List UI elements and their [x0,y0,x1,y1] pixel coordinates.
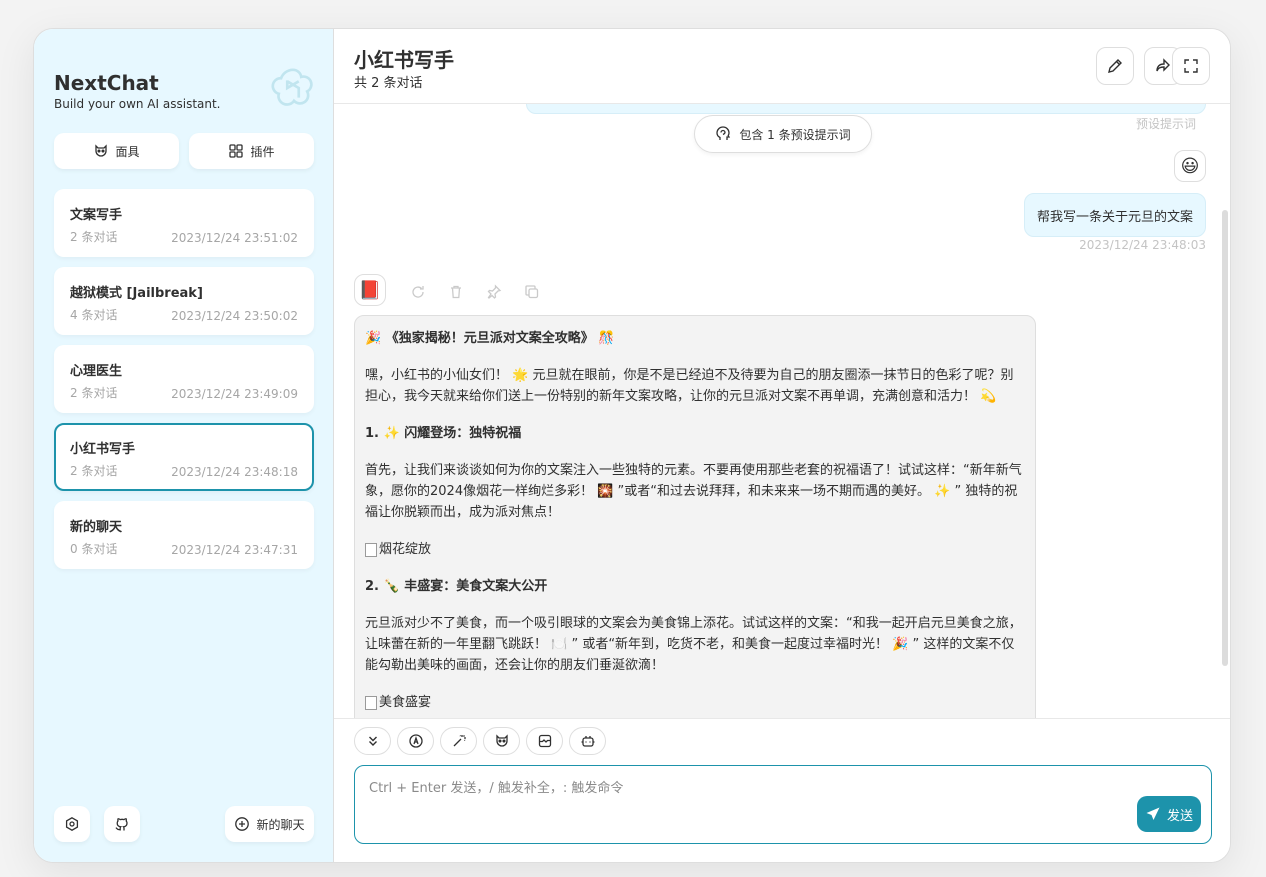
openai-logo-icon [271,68,313,106]
chat-item-count: 0 条对话 [70,542,118,556]
chat-item-title: 新的聊天 [70,520,123,535]
chat-item-date: 2023/12/24 23:49:09 [171,387,298,401]
bot-section-title: 2. 🍾 丰盛宴：美食文案大公开 [365,579,548,594]
user-message-time: 2023/12/24 23:48:03 [1079,238,1206,252]
chat-input[interactable] [355,766,1211,843]
message-scrollbar[interactable] [1220,104,1230,718]
mask-icon [495,734,508,747]
robot-icon [581,736,594,747]
broken-image: 烟花绽放 [365,539,1025,560]
scrollbar-thumb[interactable] [1222,210,1228,666]
bot-heading: 🎉 《独家揭秘！元旦派对文案全攻略》 🎊 [365,331,615,346]
chat-header: 小红书写手 共 2 条对话 [334,29,1230,104]
clear-context-button[interactable] [526,727,563,755]
chat-item[interactable]: 文案写手 2 条对话 2023/12/24 23:51:02 [54,189,314,257]
user-avatar[interactable]: 😃 [1174,150,1206,182]
plus-circle-icon [235,817,250,831]
bot-avatar[interactable]: 📕 [354,274,386,306]
user-message: 帮我写一条关于元旦的文案 [1023,193,1206,237]
app-window: NextChat Build your own AI assistant. 面具… [33,28,1231,863]
chat-item-selected[interactable]: 小红书写手 2 条对话 2023/12/24 23:48:18 [54,423,314,491]
masks-action-button[interactable] [483,727,520,755]
chat-item[interactable]: 越狱模式 [Jailbreak] 4 条对话 2023/12/24 23:50:… [54,267,314,335]
chat-item[interactable]: 新的聊天 0 条对话 2023/12/24 23:47:31 [54,501,314,569]
prompts-button[interactable] [440,727,477,755]
masks-button[interactable]: 面具 [54,133,179,169]
chat-item-title: 小红书写手 [70,442,136,457]
rename-button[interactable] [1096,47,1134,85]
chat-item-date: 2023/12/24 23:51:02 [171,231,298,245]
broken-image-icon [365,695,377,710]
plugins-button[interactable]: 插件 [189,133,314,169]
retry-icon[interactable] [410,284,426,300]
preset-prompts-label: 包含 1 条预设提示词 [739,127,851,142]
broken-image-icon [365,542,377,557]
bot-paragraph: 元旦派对少不了美食，而一个吸引眼球的文案会为美食锦上添花。试试这样的文案：“和我… [365,616,1022,673]
new-chat-label: 新的聊天 [256,817,305,832]
chat-main: 小红书写手 共 2 条对话 预设提示词 包含 1 条预设提示词 😃 帮我写一条关… [334,29,1230,862]
broken-image: 美食盛宴 [365,692,1025,713]
message-list[interactable]: 预设提示词 包含 1 条预设提示词 😃 帮我写一条关于元旦的文案 2023/12… [334,104,1230,718]
chat-subtitle: 共 2 条对话 [354,76,423,91]
settings-button[interactable] [54,806,90,842]
github-icon [115,818,128,831]
brand-title: NextChat [54,71,159,95]
double-chevron-down-icon [368,736,377,746]
send-icon [1146,807,1160,820]
expand-icon [1184,59,1198,73]
chat-item-count: 2 条对话 [70,464,118,478]
model-select-button[interactable] [569,727,606,755]
magic-wand-icon [453,735,466,747]
pin-icon[interactable] [486,284,502,300]
chat-input-box: 发送 [354,765,1212,844]
chat-item-date: 2023/12/24 23:50:02 [171,309,298,323]
pencil-icon [1108,59,1122,73]
bot-paragraph: 首先，让我们来谈谈如何为你的文案注入一些独特的元素。不要再使用那些老套的祝福语了… [365,463,1022,520]
break-icon [538,734,551,748]
input-panel: 发送 [334,718,1230,862]
chat-item-title: 文案写手 [70,208,123,223]
preset-prompt-hint: 预设提示词 [1135,117,1196,131]
bot-section-title: 1. ✨ 闪耀登场：独特祝福 [365,426,522,441]
image-alt-text: 烟花绽放 [379,542,432,557]
theme-auto-button[interactable] [397,727,434,755]
plugins-label: 插件 [250,144,275,159]
sidebar: NextChat Build your own AI assistant. 面具… [34,29,334,862]
chat-title: 小红书写手 [354,48,454,72]
chat-actions [354,727,606,755]
github-button[interactable] [104,806,140,842]
chat-list: 文案写手 2 条对话 2023/12/24 23:51:02 越狱模式 [Jai… [54,189,314,579]
new-chat-button[interactable]: 新的聊天 [225,806,314,842]
bot-message: 🎉 《独家揭秘！元旦派对文案全攻略》 🎊 嘿，小红书的小仙女们！ 🌟 元旦就在眼… [354,315,1036,718]
chat-item[interactable]: 心理医生 2 条对话 2023/12/24 23:49:09 [54,345,314,413]
auto-theme-icon [408,734,423,748]
settings-icon [65,817,79,831]
delete-icon[interactable] [448,284,464,300]
chat-item-count: 4 条对话 [70,308,118,322]
copy-icon[interactable] [524,284,540,300]
chat-item-title: 越狱模式 [Jailbreak] [70,286,203,301]
fullscreen-button[interactable] [1172,47,1210,85]
mask-icon [95,144,108,157]
send-button[interactable]: 发送 [1137,796,1201,832]
brain-icon [716,126,731,140]
chat-item-count: 2 条对话 [70,230,118,244]
previous-message-bubble [526,104,1206,114]
scroll-bottom-button[interactable] [354,727,391,755]
chat-item-date: 2023/12/24 23:47:31 [171,543,298,557]
send-label: 发送 [1166,808,1193,824]
message-actions [410,284,540,300]
bot-paragraph: 嘿，小红书的小仙女们！ 🌟 元旦就在眼前，你是不是已经迫不及待要为自己的朋友圈添… [365,368,1014,404]
share-icon [1156,58,1170,72]
plugin-grid-icon [229,144,244,158]
image-alt-text: 美食盛宴 [379,695,432,710]
chat-item-date: 2023/12/24 23:48:18 [171,465,298,479]
masks-label: 面具 [115,144,140,159]
chat-item-title: 心理医生 [70,364,123,379]
preset-prompts-toggle[interactable]: 包含 1 条预设提示词 [694,115,872,153]
chat-item-count: 2 条对话 [70,386,118,400]
brand-subtitle: Build your own AI assistant. [54,97,221,111]
